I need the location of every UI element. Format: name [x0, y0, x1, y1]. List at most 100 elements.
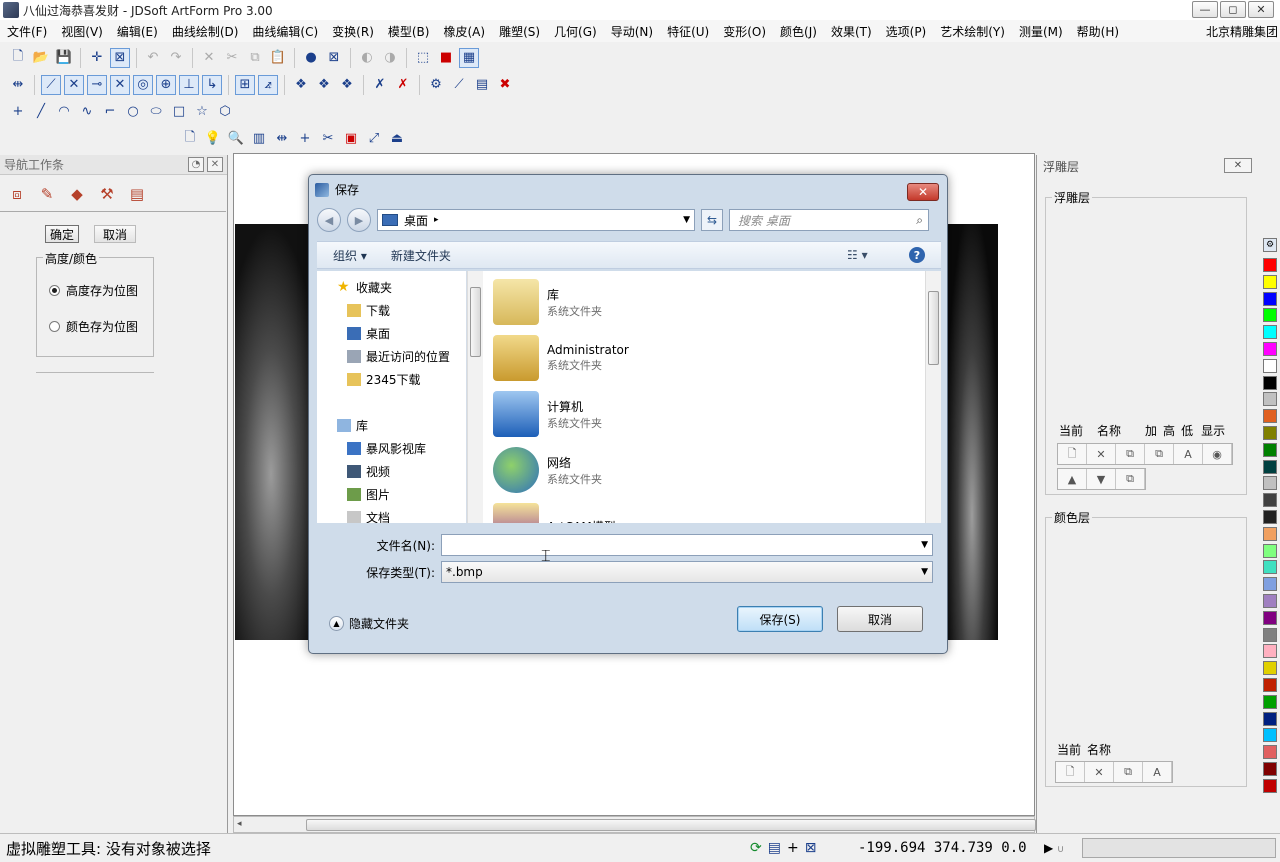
crosshair-icon[interactable]: ✛: [87, 48, 107, 68]
color-swatch[interactable]: [1263, 392, 1277, 407]
tab-layers-icon[interactable]: ⧈: [4, 181, 30, 207]
canvas-hscrollbar[interactable]: ◂: [233, 816, 1036, 833]
crosshair-status-icon[interactable]: +: [787, 840, 799, 856]
merge-icon[interactable]: ⧉: [1116, 469, 1145, 489]
file-list-item[interactable]: 计算机 系统文件夹: [493, 391, 602, 437]
color-swatch[interactable]: [1263, 661, 1277, 676]
file-list-item[interactable]: 网络 系统文件夹: [493, 447, 602, 493]
shade-alt-icon[interactable]: ◑: [380, 48, 400, 68]
tree-item[interactable]: 2345下载: [347, 371, 421, 388]
file-list-item[interactable]: 库系统文件夹: [493, 279, 602, 325]
node-edit-icon[interactable]: ✗: [370, 75, 390, 95]
delete-layer-icon[interactable]: ✕: [1087, 444, 1116, 464]
new-file-icon[interactable]: 🗋: [8, 48, 28, 68]
menu-guide[interactable]: 导动(N): [604, 23, 660, 40]
snap-midpoint-icon[interactable]: ✕: [64, 74, 84, 95]
option-color-bitmap[interactable]: 颜色存为位图: [49, 318, 138, 335]
snap-menu-icon[interactable]: ⇹: [8, 75, 28, 95]
filetype-dropdown-icon[interactable]: ▼: [921, 567, 928, 577]
radio-height[interactable]: [49, 285, 60, 296]
color-swatch[interactable]: [1263, 409, 1277, 424]
color-swatch[interactable]: [1263, 711, 1277, 726]
color-swatch[interactable]: [1263, 728, 1277, 743]
pin-icon[interactable]: ◔: [188, 157, 204, 172]
dialog-close-button[interactable]: ✕: [907, 183, 939, 201]
color-swatch[interactable]: [1263, 678, 1277, 692]
file-list-item[interactable]: Administrator 系统文件夹: [493, 335, 629, 381]
layer-b-icon[interactable]: ❖: [314, 75, 334, 95]
back-icon[interactable]: ◀: [317, 208, 341, 232]
cube-icon[interactable]: ⬚: [413, 48, 433, 68]
menu-help[interactable]: 帮助(H): [1070, 23, 1126, 40]
tool-b-icon[interactable]: ⟋: [449, 75, 469, 95]
tree-item[interactable]: 视频: [347, 463, 390, 480]
copy-layer-icon[interactable]: ⧉: [1116, 444, 1145, 464]
color-swatch[interactable]: [1263, 745, 1277, 760]
view-box-icon[interactable]: ⊠: [324, 48, 344, 68]
forward-icon[interactable]: ▶: [347, 208, 371, 232]
tree-scroll-thumb[interactable]: [470, 287, 481, 357]
color-swatch[interactable]: [1263, 459, 1277, 474]
search-input[interactable]: 搜索 桌面 ⌕: [729, 209, 929, 231]
gradient-icon[interactable]: ▦: [459, 47, 479, 68]
menu-curve-draw[interactable]: 曲线绘制(D): [165, 23, 246, 40]
cancel-x-icon[interactable]: ✖: [495, 75, 515, 95]
new-layer-icon[interactable]: 🗋: [1058, 444, 1087, 464]
refresh-icon[interactable]: ⇆: [701, 209, 723, 231]
color-swatch[interactable]: [1263, 308, 1277, 323]
cut-icon[interactable]: ✂: [222, 48, 242, 68]
scroll-thumb[interactable]: [306, 819, 1036, 831]
breadcrumb-arrow-icon[interactable]: ▸: [434, 215, 439, 225]
radio-color[interactable]: [49, 321, 60, 332]
color-swatch[interactable]: [1263, 543, 1277, 558]
ellipse-icon[interactable]: ⬭: [146, 102, 166, 122]
menu-measure[interactable]: 测量(M): [1012, 23, 1070, 40]
new-color-layer-icon[interactable]: 🗋: [1056, 762, 1085, 782]
tab-eraser-icon[interactable]: ◆: [64, 181, 90, 207]
tree-item[interactable]: ★ 收藏夹: [337, 279, 392, 296]
tree-item[interactable]: 下载: [347, 302, 390, 319]
filetype-select[interactable]: *.bmp ▼: [441, 561, 933, 583]
spline-icon[interactable]: ∿: [77, 102, 97, 122]
menu-options[interactable]: 选项(P): [879, 23, 934, 40]
polyline-icon[interactable]: ⌐: [100, 102, 120, 122]
move-down-icon[interactable]: ▼: [1087, 469, 1116, 489]
address-dropdown-icon[interactable]: ▼: [683, 215, 690, 225]
menu-edit[interactable]: 编辑(E): [110, 23, 165, 40]
redo-icon[interactable]: ↷: [166, 48, 186, 68]
hat-icon[interactable]: ⏏: [387, 129, 407, 149]
play-icon[interactable]: ▶ ∪: [1044, 841, 1064, 855]
tree-item[interactable]: 图片: [347, 486, 390, 503]
rename-layer-icon[interactable]: A: [1174, 444, 1203, 464]
filename-dropdown-icon[interactable]: ▼: [921, 540, 928, 550]
tree-item[interactable]: 最近访问的位置: [347, 348, 450, 365]
menu-model[interactable]: 模型(B): [381, 23, 437, 40]
color-swatch[interactable]: [1263, 274, 1277, 289]
snap-endpoint-icon[interactable]: ⟋: [41, 74, 61, 95]
star-shape-icon[interactable]: ☆: [192, 102, 212, 122]
close-window-button[interactable]: ✕: [1248, 1, 1274, 18]
sync-icon[interactable]: ⟳: [750, 840, 762, 856]
point-icon[interactable]: +: [8, 102, 28, 122]
color-swatch[interactable]: [1263, 291, 1277, 306]
snap-tangent-icon[interactable]: ↳: [202, 74, 222, 95]
copy-color-layer-icon[interactable]: ⧉: [1114, 762, 1143, 782]
grid-snap-icon[interactable]: ⊞: [235, 74, 255, 95]
palette-menu-icon[interactable]: ⚙: [1263, 238, 1277, 252]
panel-close-icon[interactable]: ✕: [207, 157, 223, 172]
snap-line-icon[interactable]: ⊸: [87, 74, 107, 95]
nav-cancel-button[interactable]: 取消: [94, 225, 136, 243]
grid-nodes-icon[interactable]: ▣: [341, 129, 361, 149]
color-swatch[interactable]: [1263, 610, 1277, 625]
maximize-button[interactable]: ◻: [1220, 1, 1246, 18]
file-list-item[interactable]: ArtCAM模型: [493, 503, 616, 523]
menu-effect[interactable]: 效果(T): [824, 23, 879, 40]
polygon-icon[interactable]: ⬡: [215, 102, 235, 122]
light-icon[interactable]: 💡: [203, 129, 223, 149]
color-swatch[interactable]: [1263, 442, 1277, 457]
menu-color[interactable]: 颜色(J): [773, 23, 824, 40]
color-swatch[interactable]: [1263, 493, 1277, 508]
zoom-icon[interactable]: 🔍: [226, 129, 246, 149]
color-swatch[interactable]: [1263, 510, 1277, 524]
menu-geometry[interactable]: 几何(G): [547, 23, 604, 40]
